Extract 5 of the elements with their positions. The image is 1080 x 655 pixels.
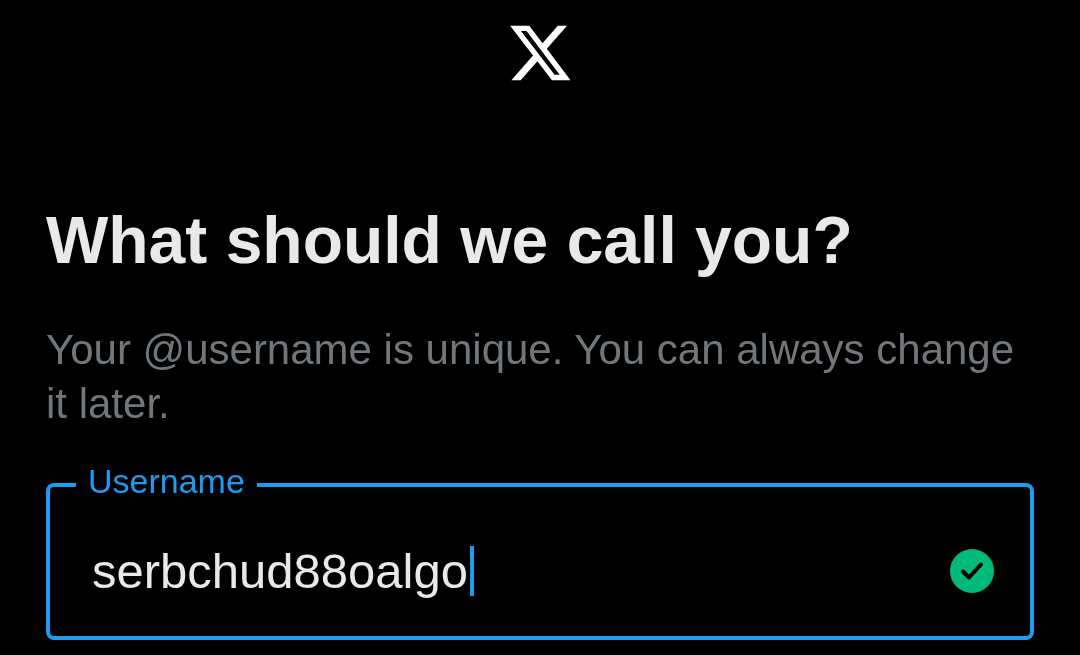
page-heading: What should we call you?	[46, 202, 854, 279]
description-text: Your @username is unique. You can always change it later.	[46, 325, 1016, 429]
text-cursor	[470, 545, 474, 596]
field-value: serbchud88oalgo	[92, 542, 468, 599]
x-logo-icon	[510, 25, 570, 81]
